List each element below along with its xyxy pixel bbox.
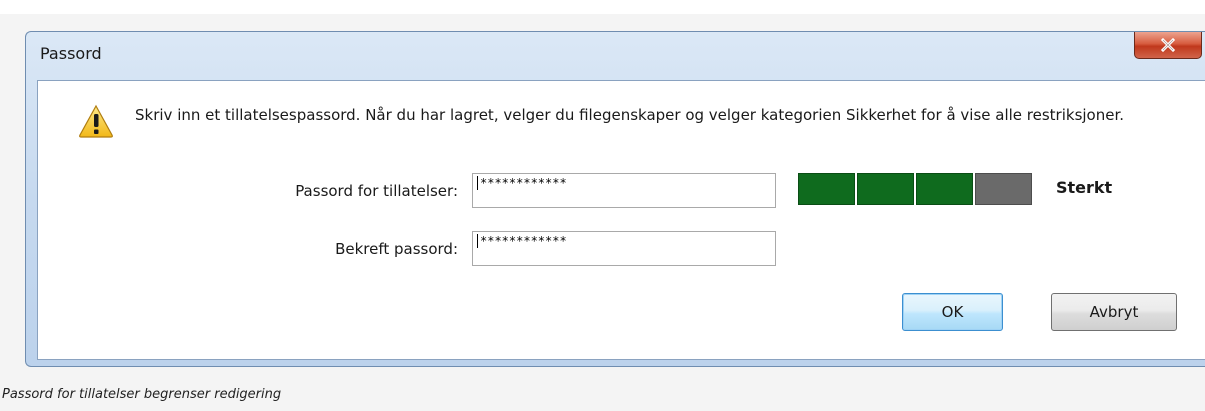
permissions-password-field[interactable]: ************ [472,173,776,208]
figure-caption: Passord for tillatelser begrenser redige… [2,387,282,402]
password-dialog: Passord Skriv inn et tillatelsespassord.… [25,31,1205,367]
title-bar[interactable]: Passord [26,32,1205,79]
permissions-password-value: ************ [477,176,567,190]
warning-triangle-icon [79,104,113,138]
dialog-body: Skriv inn et tillatelsespassord. Når du … [37,80,1205,360]
dialog-message: Skriv inn et tillatelsespassord. Når du … [135,106,1125,124]
ok-button[interactable]: OK [902,293,1003,331]
close-x-icon [1160,38,1176,52]
strength-segment [916,173,973,205]
confirm-password-label: Bekreft passord: [335,240,458,258]
confirm-password-field[interactable]: ************ [472,231,776,266]
permissions-password-label: Passord for tillatelser: [295,182,458,200]
strength-segment [975,173,1032,205]
password-strength-meter [798,173,1032,205]
confirm-password-value: ************ [477,234,567,248]
strength-segment [857,173,914,205]
page-top-strip [0,0,1205,14]
cancel-button[interactable]: Avbryt [1051,293,1177,331]
strength-segment [798,173,855,205]
close-button[interactable] [1134,32,1202,59]
strength-label: Sterkt [1056,178,1113,197]
dialog-title: Passord [40,44,102,63]
